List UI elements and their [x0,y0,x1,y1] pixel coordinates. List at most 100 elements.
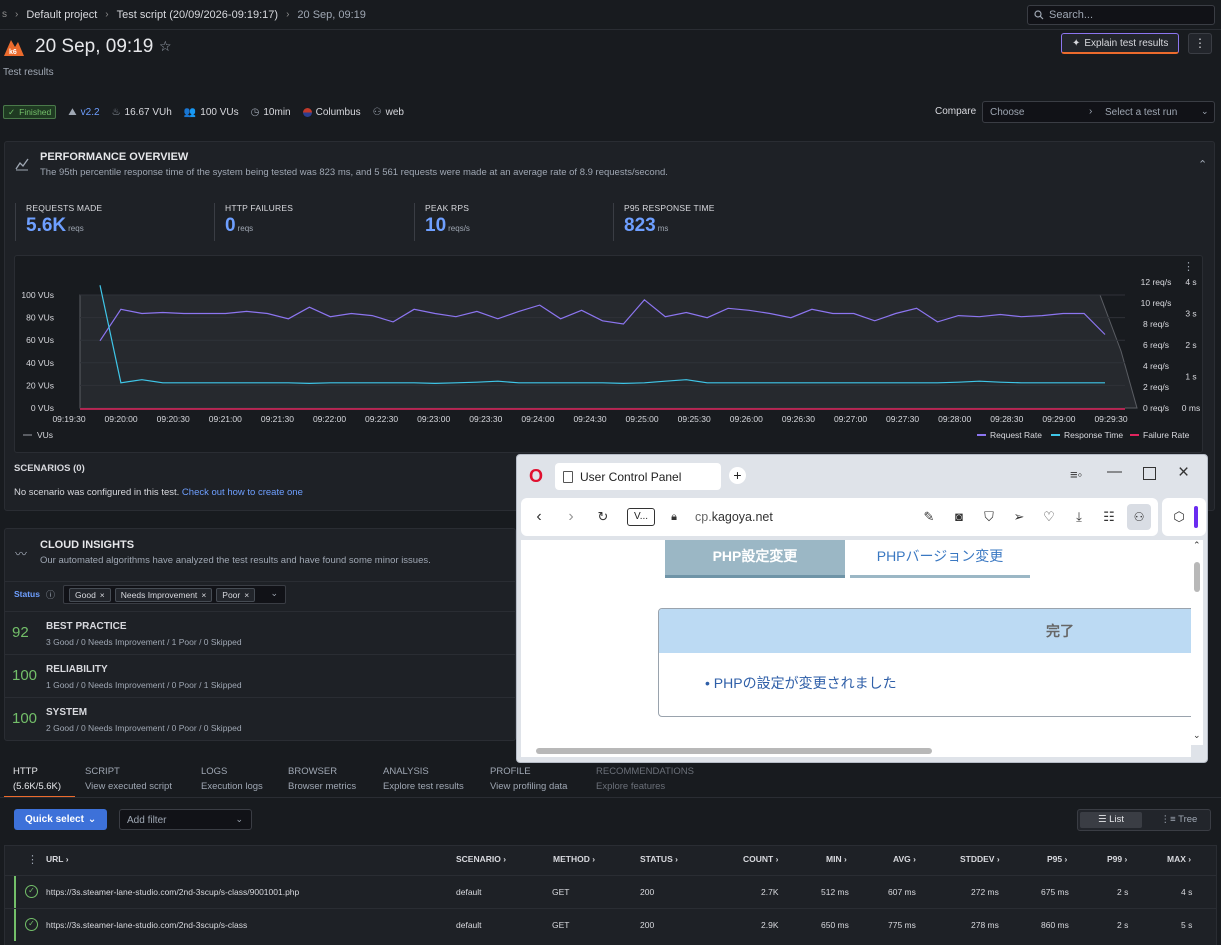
y-tick-rps: 6 req/s [1143,340,1169,350]
url-field[interactable]: cp.kagoya.net [695,510,773,524]
browser-tab[interactable]: User Control Panel [555,463,721,490]
send-icon[interactable]: ➢ [1011,509,1027,525]
table-menu-icon[interactable]: ⋮ [27,853,38,866]
y-tick-vus: 80 VUs [26,313,54,323]
tab-profile[interactable]: PROFILE View profiling data [490,764,567,794]
table-row[interactable]: ✓ https://3s.steamer-lane-studio.com/2nd… [4,909,1217,941]
chip-poor[interactable]: Poor × [216,587,256,602]
x-tick-label: 09:23:30 [469,414,502,424]
list-view-button[interactable]: ☰ List [1080,812,1142,828]
breadcrumb-project[interactable]: Default project [26,9,97,21]
tree-view-button[interactable]: ⋮≡ Tree [1148,812,1210,828]
x-tick-label: 09:22:30 [365,414,398,424]
y-tick-time: 2 s [1185,340,1196,350]
chevron-down-icon: ⌄ [1201,106,1209,116]
h-scroll-thumb[interactable] [536,748,932,754]
header-url[interactable]: URL › [46,854,69,864]
insight-best-practice[interactable]: 92 BEST PRACTICE 3 Good / 0 Needs Improv… [4,611,516,654]
header-stddev[interactable]: STDDEV › [960,854,1000,864]
duration-value: ◷ 10min [250,106,291,118]
insight-system[interactable]: 100 SYSTEM 2 Good / 0 Needs Improvement … [4,697,516,740]
scenarios-link[interactable]: Check out how to create one [182,487,303,498]
horizontal-scrollbar[interactable] [521,745,1191,757]
header-min[interactable]: MIN › [826,854,847,864]
k6-version-icon: ⛰ [68,106,77,118]
star-icon[interactable]: ☆ [159,38,172,55]
page-icon [563,470,573,483]
vus-value: 👥 100 VUs [183,106,239,118]
tab-browser[interactable]: BROWSER Browser metrics [288,764,356,794]
vertical-scrollbar[interactable]: ⌃ ⌄ [1191,540,1203,745]
reload-icon[interactable]: ↻ [595,509,611,525]
search-input[interactable]: Search... [1027,5,1215,25]
tab-search-icon[interactable]: ≡◦ [1070,467,1082,482]
heart-icon[interactable]: ♡ [1041,509,1057,525]
result-box-title: 完了 [659,609,1191,653]
forward-icon[interactable]: › [563,509,579,525]
header-avg[interactable]: AVG › [893,854,916,864]
new-tab-button[interactable]: + [729,467,746,484]
header-scenario[interactable]: SCENARIO › [456,854,506,864]
close-button[interactable]: × [1178,462,1189,484]
insight-reliability[interactable]: 100 RELIABILITY 1 Good / 0 Needs Improve… [4,654,516,697]
maximize-button[interactable] [1143,467,1156,480]
lock-icon[interactable]: 🔒︎ [666,509,682,525]
sparkle-icon: ✦ [1072,37,1081,49]
chip-needs-improvement[interactable]: Needs Improvement × [114,587,213,602]
k6-version[interactable]: ⛰ v2.2 [68,107,99,118]
shield-icon[interactable]: ⛉ [981,509,997,525]
x-tick-label: 09:28:30 [990,414,1023,424]
compare-select[interactable]: Choose › Select a test run ⌄ [982,101,1215,123]
tab-logs[interactable]: LOGS Execution logs [201,764,263,794]
header-p95[interactable]: P95 › [1047,854,1067,864]
header-status[interactable]: STATUS › [640,854,678,864]
stat-requests-made: REQUESTS MADE 5.6K reqs [15,203,102,241]
stat-http-failures: HTTP FAILURES 0 reqs [214,203,293,241]
tab-php-settings[interactable]: PHP設定変更 [665,540,845,578]
k6-logo-icon: k6 [4,40,24,56]
pulse-icon: 〰 [15,547,28,561]
top-bar: s › Default project › Test script (20/09/… [0,0,1221,30]
header-max[interactable]: MAX › [1167,854,1191,864]
y-tick-rps: 0 req/s [1143,403,1169,413]
add-filter-input[interactable]: Add filter ⌄ [119,809,252,830]
breadcrumb-script[interactable]: Test script (20/09/2026-09:19:17) [117,9,278,21]
clock-icon: ◷ [250,106,260,118]
y-tick-vus: 100 VUs [21,290,54,300]
chart-canvas: 100 VUs 80 VUs 60 VUs 40 VUs 20 VUs 0 VUs 12 r… [21,277,1200,440]
quick-select-button[interactable]: Quick select ⌄ [14,809,108,830]
camera-icon[interactable]: ◙ [951,509,967,525]
download-icon[interactable]: ⤓ [1071,509,1087,525]
x-tick-label: 09:24:30 [573,414,606,424]
opera-logo-icon[interactable]: O [529,467,545,485]
tab-php-version[interactable]: PHPバージョン変更 [850,540,1030,578]
header-method[interactable]: METHOD › [553,854,595,864]
scroll-thumb[interactable] [1194,562,1200,592]
header-p99[interactable]: P99 › [1107,854,1127,864]
tab-script[interactable]: SCRIPT View executed script [85,764,172,794]
us-flag-icon [302,107,312,117]
settings-sliders-icon[interactable]: ☷ [1101,509,1117,525]
status-filter-select[interactable]: Good × Needs Improvement × Poor × ⌄ [63,585,286,604]
status-filter-label: Status [14,589,40,599]
cube-icon[interactable]: ⬡ [1171,509,1187,525]
x-tick-label: 09:20:00 [105,414,138,424]
table-row[interactable]: ✓ https://3s.steamer-lane-studio.com/2nd… [4,876,1217,908]
tab-analysis[interactable]: ANALYSIS Explore test results [383,764,464,794]
header-count[interactable]: COUNT › [743,854,778,864]
explain-test-results-button[interactable]: ✦ Explain test results [1061,33,1180,54]
tab-http[interactable]: HTTP (5.6K/5.6K) [13,764,61,794]
profile-icon[interactable]: ⚇ [1127,504,1151,530]
compare-select-run: Select a test run [1105,107,1178,118]
minimize-button[interactable]: — [1107,463,1122,480]
back-icon[interactable]: ‹ [531,509,547,525]
x-tick-label: 09:19:30 [52,414,85,424]
more-options-button[interactable]: ⋮ [1188,33,1212,54]
chip-good[interactable]: Good × [69,587,111,602]
insights-title: CLOUD INSIGHTS [40,539,135,551]
chevron-down-icon: ⌄ [87,814,97,825]
edit-icon[interactable]: ✎ [921,509,937,525]
collapse-chevron-up-icon[interactable]: ⌃ [1198,158,1207,171]
vpn-badge[interactable]: V... [627,508,655,526]
tab-recommendations[interactable]: RECOMMENDATIONS Explore features [596,764,694,794]
